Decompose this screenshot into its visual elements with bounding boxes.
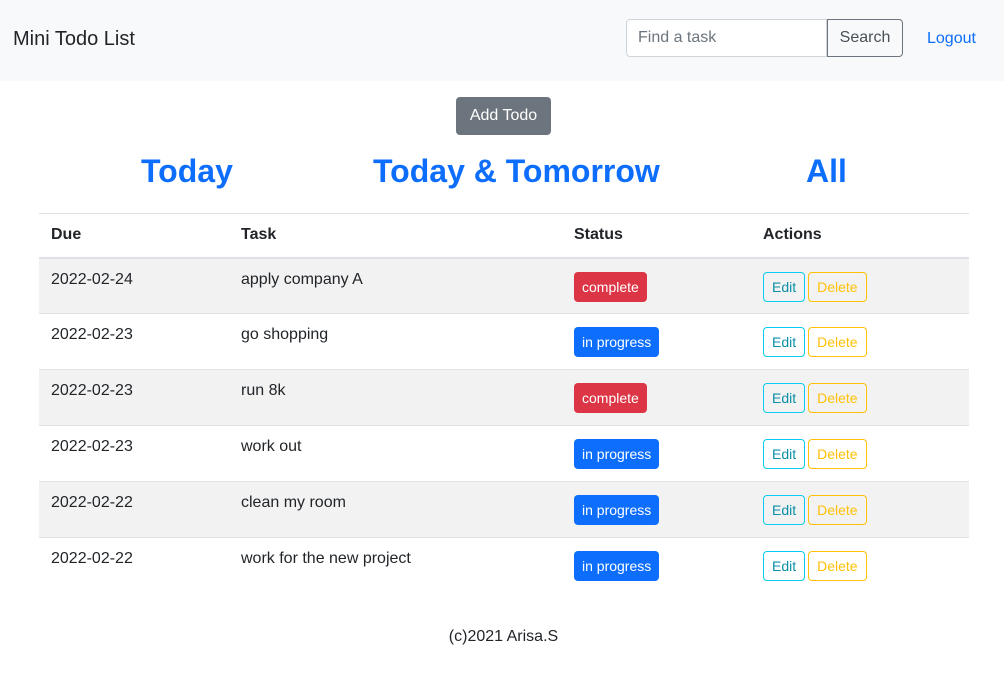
due-cell: 2022-02-23: [39, 425, 229, 482]
status-cell: in progress: [562, 537, 751, 594]
status-badge: complete: [574, 271, 647, 302]
status-badge: complete: [574, 383, 647, 413]
actions-cell: Edit Delete: [751, 369, 969, 426]
due-cell: 2022-02-24: [39, 257, 229, 314]
add-todo-button[interactable]: Add Todo: [456, 97, 551, 135]
navbar: Mini Todo List Search Logout: [0, 0, 1004, 81]
table-row: 2022-02-23 go shopping in progress Edit D…: [39, 313, 969, 370]
actions-cell: Edit Delete: [751, 537, 969, 594]
table-header-row: Due Task Status Actions: [39, 213, 969, 259]
status-badge: in progress: [574, 495, 660, 525]
task-cell: run 8k: [229, 369, 562, 426]
actions-cell: Edit Delete: [751, 425, 969, 482]
filter-today-link[interactable]: Today: [141, 150, 233, 192]
edit-button[interactable]: Edit: [763, 495, 806, 525]
actions-cell: Edit Delete: [751, 481, 969, 538]
logout-link[interactable]: Logout: [927, 29, 976, 49]
task-cell: work out: [229, 425, 562, 482]
delete-button[interactable]: Delete: [808, 271, 867, 302]
status-badge: in progress: [574, 439, 660, 469]
task-cell: apply company A: [229, 257, 562, 314]
header-task: Task: [229, 213, 562, 259]
delete-button[interactable]: Delete: [808, 495, 867, 525]
due-cell: 2022-02-23: [39, 313, 229, 370]
due-cell: 2022-02-22: [39, 537, 229, 594]
delete-button[interactable]: Delete: [808, 383, 867, 413]
header-actions: Actions: [751, 213, 969, 259]
brand-title[interactable]: Mini Todo List: [13, 27, 135, 51]
actions-cell: Edit Delete: [751, 313, 969, 370]
status-cell: in progress: [562, 481, 751, 538]
edit-button[interactable]: Edit: [763, 551, 806, 581]
todo-table: Due Task Status Actions 2022-02-24 apply…: [39, 213, 969, 594]
status-cell: complete: [562, 257, 751, 314]
edit-button[interactable]: Edit: [763, 383, 806, 413]
delete-button[interactable]: Delete: [808, 551, 867, 581]
due-cell: 2022-02-23: [39, 369, 229, 426]
table-row: 2022-02-24 apply company A complete Edit…: [39, 257, 969, 314]
search-button[interactable]: Search: [827, 19, 903, 57]
search-input[interactable]: [626, 19, 827, 57]
due-cell: 2022-02-22: [39, 481, 229, 538]
task-cell: work for the new project: [229, 537, 562, 594]
table-row: 2022-02-23 run 8k complete Edit Delete: [39, 369, 969, 426]
delete-button[interactable]: Delete: [808, 327, 867, 357]
edit-button[interactable]: Edit: [763, 439, 806, 469]
filter-all-link[interactable]: All: [806, 150, 847, 192]
header-due: Due: [39, 213, 229, 259]
task-cell: clean my room: [229, 481, 562, 538]
table-row: 2022-02-22 work for the new project in p…: [39, 537, 969, 594]
status-badge: in progress: [574, 327, 660, 357]
footer-copyright: (c)2021 Arisa.S: [448, 628, 559, 645]
table-row: 2022-02-22 clean my room in progress Edi…: [39, 481, 969, 538]
table-row: 2022-02-23 work out in progress Edit Dele…: [39, 425, 969, 482]
edit-button[interactable]: Edit: [763, 271, 806, 302]
status-cell: in progress: [562, 425, 751, 482]
status-badge: in progress: [574, 551, 660, 581]
actions-cell: Edit Delete: [751, 257, 969, 314]
filter-today-tomorrow-link[interactable]: Today & Tomorrow: [373, 150, 660, 192]
status-cell: complete: [562, 369, 751, 426]
edit-button[interactable]: Edit: [763, 327, 806, 357]
delete-button[interactable]: Delete: [808, 439, 867, 469]
status-cell: in progress: [562, 313, 751, 370]
task-cell: go shopping: [229, 313, 562, 370]
header-status: Status: [562, 213, 751, 259]
